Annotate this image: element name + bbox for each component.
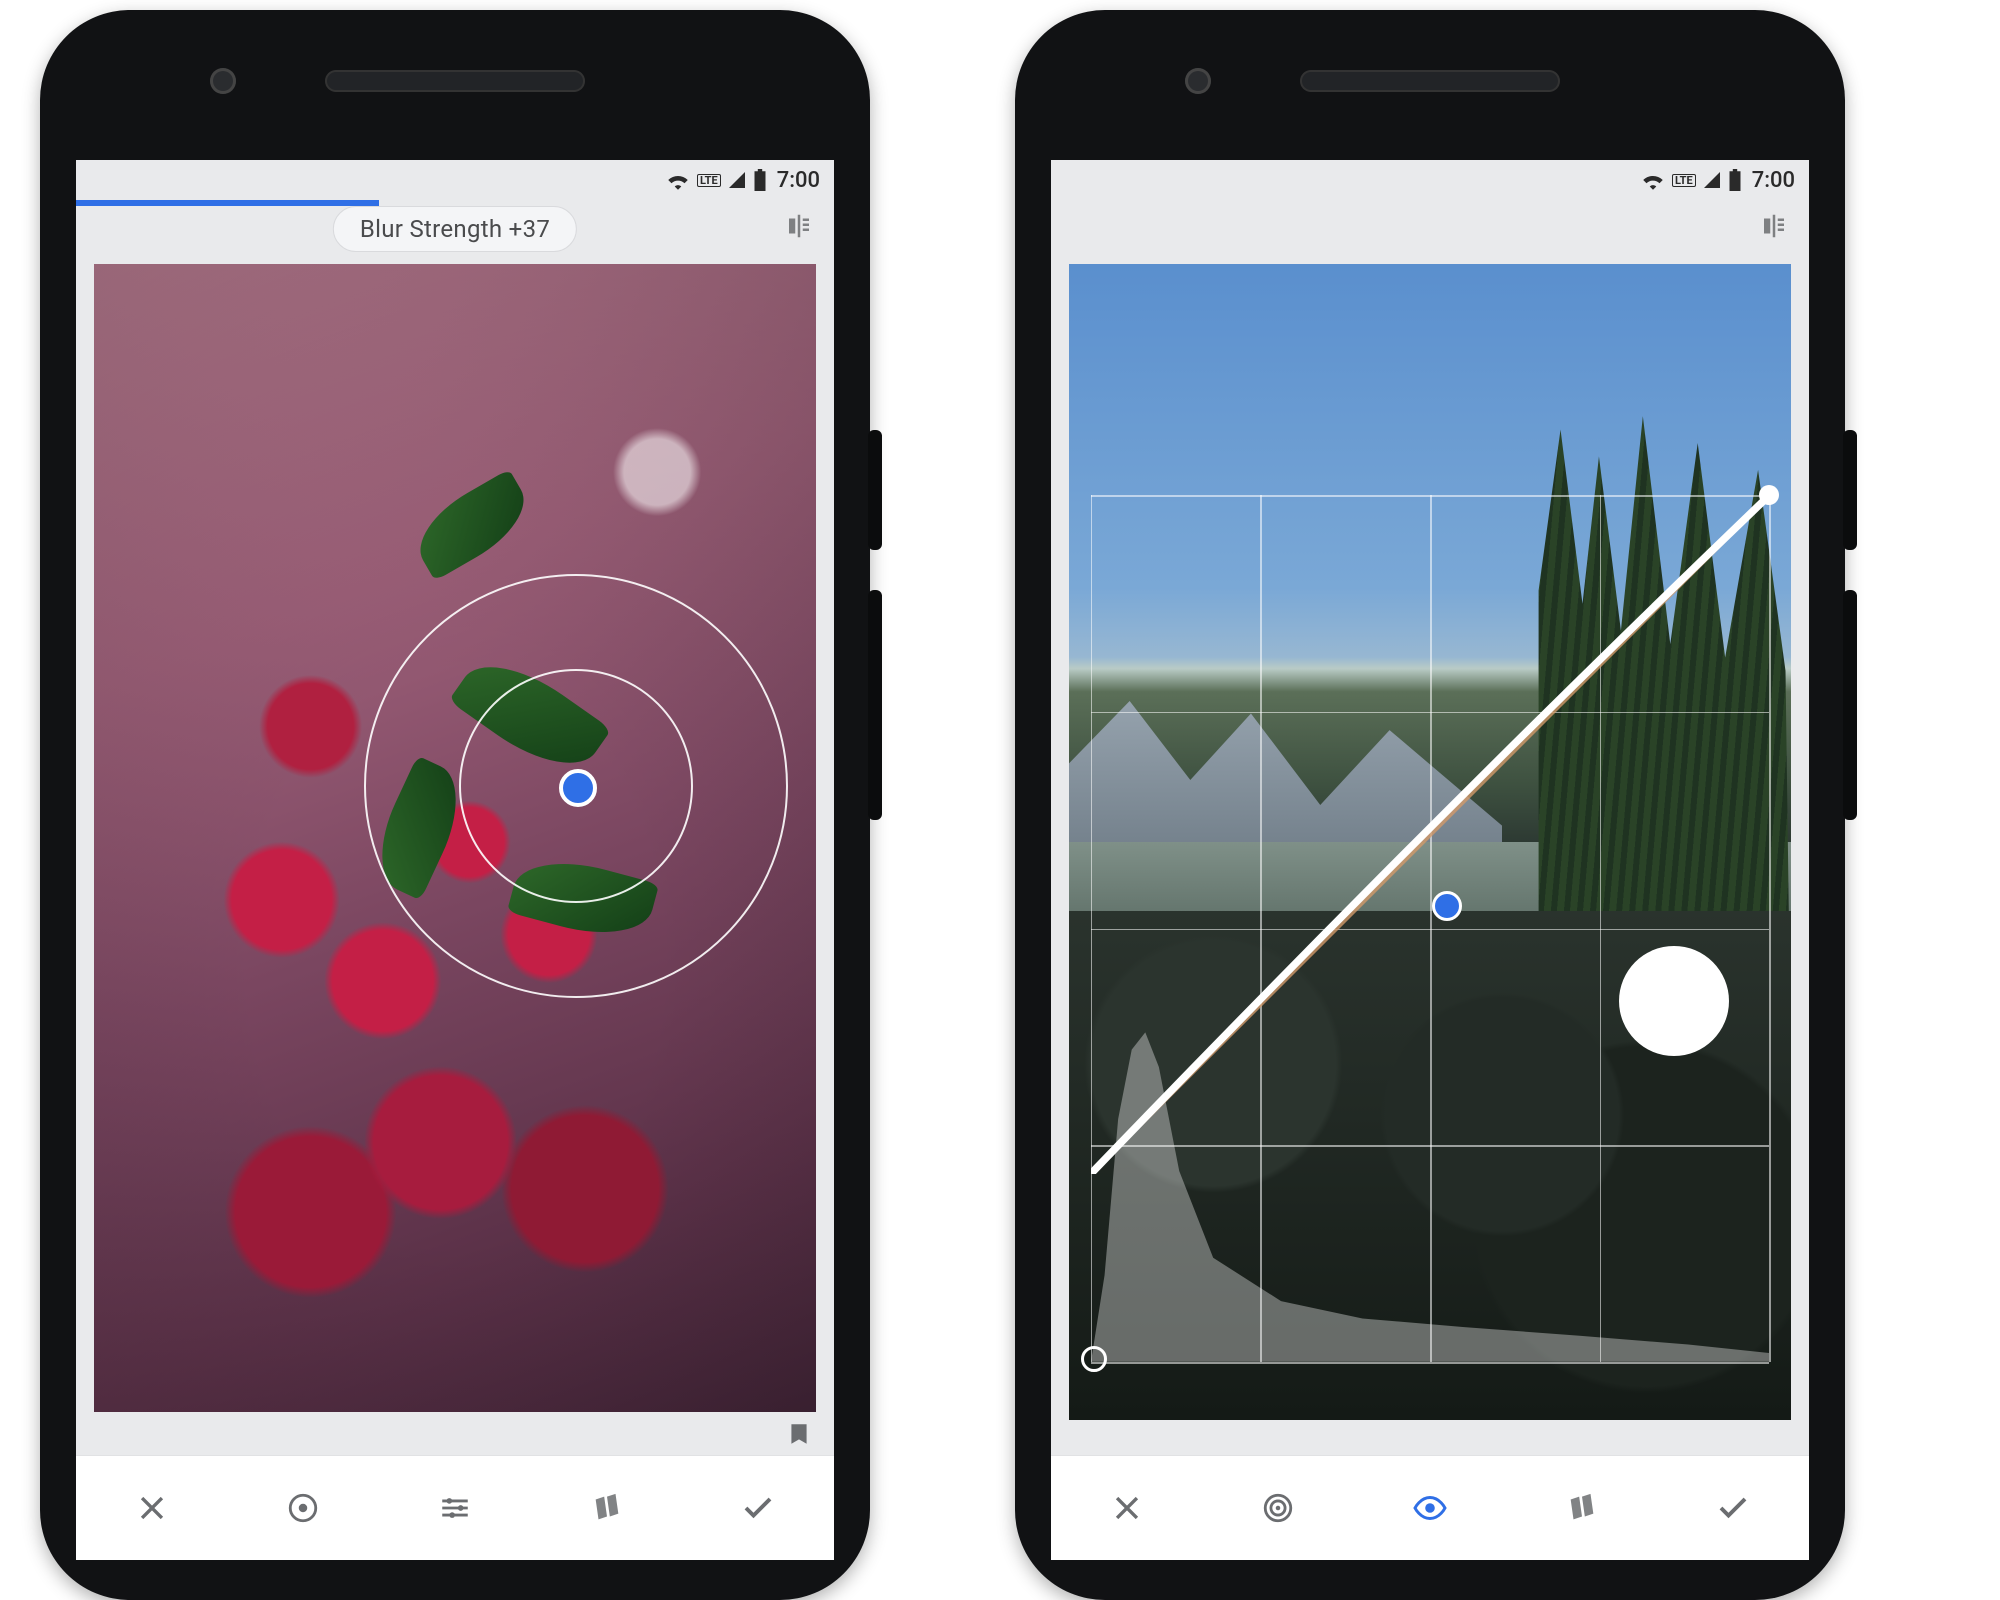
lte-indicator: LTE — [1672, 174, 1696, 187]
blur-center-handle[interactable] — [559, 769, 597, 807]
phone-bezel — [1015, 10, 1845, 160]
phone-right: LTE 7:00 — [1015, 10, 1845, 1600]
apply-button[interactable] — [1701, 1476, 1765, 1540]
top-toolbar — [1051, 200, 1809, 252]
cancel-button[interactable] — [1095, 1476, 1159, 1540]
status-bar: LTE 7:00 — [76, 160, 834, 200]
styles-button[interactable] — [1550, 1476, 1614, 1540]
cancel-button[interactable] — [120, 1476, 184, 1540]
signal-icon — [1702, 170, 1722, 190]
compare-icon[interactable] — [1757, 209, 1791, 243]
front-camera — [1185, 68, 1211, 94]
battery-icon — [753, 169, 767, 191]
curve-point-mid[interactable] — [1432, 891, 1462, 921]
phone-left: LTE 7:00 Blur Strength +37 — [40, 10, 870, 1600]
screen-right: LTE 7:00 — [1051, 160, 1809, 1560]
bookmark-icon[interactable] — [782, 1417, 816, 1451]
speaker-grille — [325, 70, 585, 92]
screen-left: LTE 7:00 Blur Strength +37 — [76, 160, 834, 1560]
focus-shape-button[interactable] — [271, 1476, 335, 1540]
volume-button — [1843, 590, 1857, 820]
image-canvas[interactable] — [1069, 264, 1791, 1420]
styles-button[interactable] — [575, 1476, 639, 1540]
touch-indicator — [1619, 946, 1729, 1056]
curves-overlay[interactable] — [1091, 495, 1770, 1362]
status-bar: LTE 7:00 — [1051, 160, 1809, 200]
power-button — [1843, 430, 1857, 550]
lte-indicator: LTE — [697, 174, 721, 187]
power-button — [868, 430, 882, 550]
wifi-icon — [1640, 170, 1666, 190]
view-button[interactable] — [1398, 1476, 1462, 1540]
curve-point-shadow[interactable] — [1081, 1346, 1107, 1372]
front-camera — [210, 68, 236, 94]
signal-icon — [727, 170, 747, 190]
battery-icon — [1728, 169, 1742, 191]
image-canvas[interactable] — [94, 264, 816, 1420]
phone-bezel — [40, 10, 870, 160]
slider-track[interactable] — [76, 200, 379, 206]
bottom-toolbar — [1051, 1455, 1809, 1560]
adjust-button[interactable] — [423, 1476, 487, 1540]
wifi-icon — [665, 170, 691, 190]
footer-strip — [76, 1412, 834, 1456]
top-toolbar: Blur Strength +37 — [76, 200, 834, 252]
clock: 7:00 — [1752, 168, 1795, 193]
clock: 7:00 — [777, 168, 820, 193]
curve-line[interactable] — [1091, 495, 1770, 1174]
speaker-grille — [1300, 70, 1560, 92]
volume-button — [868, 590, 882, 820]
slider-value-pill: Blur Strength +37 — [333, 206, 577, 252]
apply-button[interactable] — [726, 1476, 790, 1540]
compare-icon[interactable] — [782, 209, 816, 243]
bottom-toolbar — [76, 1455, 834, 1560]
channel-button[interactable] — [1246, 1476, 1310, 1540]
